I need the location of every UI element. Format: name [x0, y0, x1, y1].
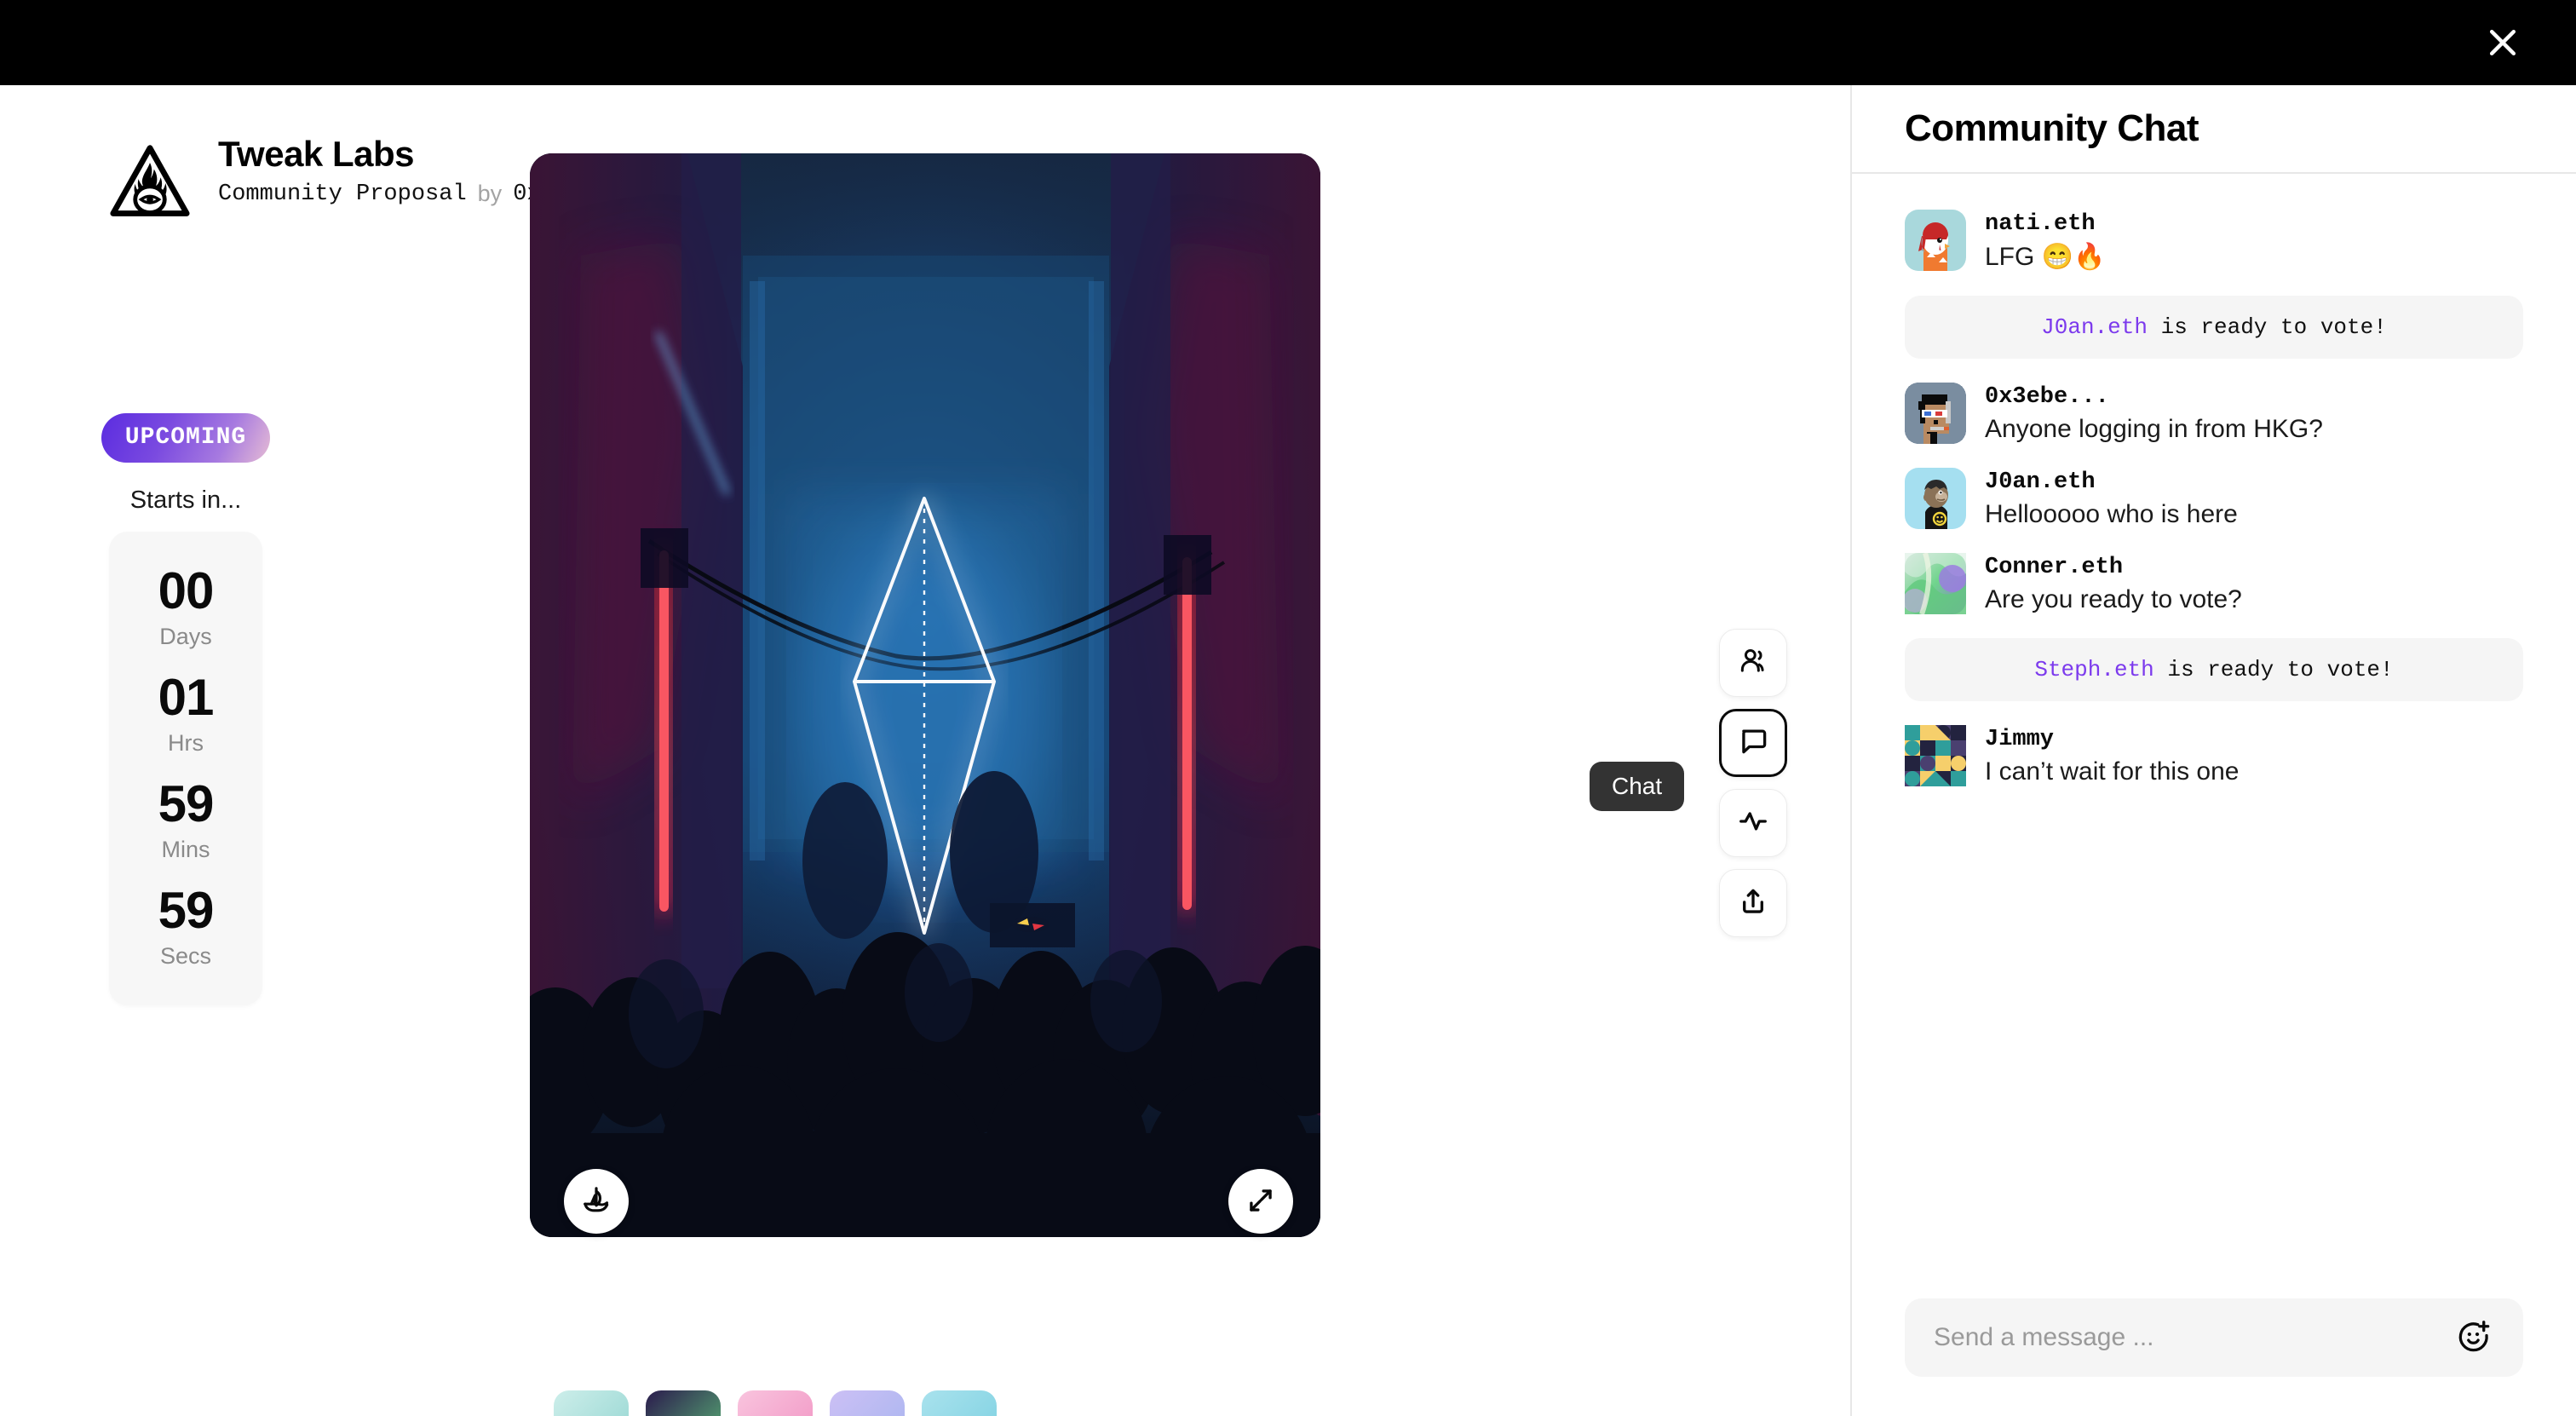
message-text: Hellooooo who is here [1985, 500, 2238, 528]
countdown-unit-secs: 59 Secs [158, 873, 215, 980]
chat-message-list[interactable]: nati.eth LFG 😁🔥 J0an.eth is ready to vot… [1852, 174, 2576, 1281]
thumbnail-1[interactable] [554, 1390, 629, 1416]
countdown-unit-hrs: 01 Hrs [158, 660, 215, 767]
opensea-button[interactable] [564, 1169, 629, 1234]
share-upload-icon [1737, 885, 1769, 922]
message-text: Are you ready to vote? [1985, 585, 2242, 613]
avatar [1905, 725, 1966, 786]
expand-icon [1245, 1184, 1277, 1219]
thumbnail-4[interactable] [830, 1390, 905, 1416]
countdown-card: 00 Days 01 Hrs 59 Mins 59 Secs [109, 532, 262, 1005]
add-reaction-icon [2455, 1318, 2493, 1358]
chat-input-container[interactable] [1905, 1298, 2523, 1377]
avatar [1905, 468, 1966, 529]
message-author: Conner.eth [1985, 555, 2124, 580]
people-icon [1737, 645, 1769, 682]
participants-button[interactable] [1719, 629, 1787, 697]
chat-header: Community Chat [1852, 85, 2576, 174]
chat-button[interactable] [1719, 709, 1787, 777]
countdown-unit-days: 00 Days [158, 554, 215, 660]
system-message-text: is ready to vote! [2147, 314, 2387, 340]
message-text: I can’t wait for this one [1985, 757, 2240, 786]
system-message-user: Steph.eth [2034, 657, 2154, 682]
status-badge: UPCOMING [101, 413, 271, 463]
countdown-label: Days [159, 624, 212, 649]
thumbnail-5[interactable] [922, 1390, 997, 1416]
countdown-value: 59 [158, 775, 215, 832]
artwork-image [530, 153, 1320, 1237]
countdown-value: 01 [158, 669, 215, 726]
countdown-value: 00 [158, 562, 215, 619]
countdown-column: UPCOMING Starts in... 00 Days 01 Hrs 59 … [101, 413, 271, 1005]
message-body: 0x3ebe... Anyone logging in from HKG? [1985, 383, 2323, 444]
thumbnail-2[interactable] [646, 1390, 721, 1416]
close-button[interactable] [2482, 22, 2523, 63]
list-item: J0an.eth Hellooooo who is here [1905, 468, 2523, 529]
by-label: by [477, 181, 503, 206]
message-body: nati.eth LFG 😁🔥 [1985, 210, 2105, 272]
artwork-card[interactable] [530, 153, 1320, 1237]
chat-title: Community Chat [1905, 107, 2199, 149]
list-item: Conner.eth Are you ready to vote? [1903, 552, 2523, 615]
message-body: Jimmy I can’t wait for this one [1985, 725, 2239, 786]
chat-tooltip: Chat [1590, 762, 1685, 811]
system-message: J0an.eth is ready to vote! [1905, 296, 2523, 359]
message-text: Anyone logging in from HKG? [1985, 415, 2323, 443]
modal-screen: Tweak Labs Community Proposal by 0x6d4C.… [0, 0, 2576, 1416]
expand-button[interactable] [1228, 1169, 1293, 1234]
share-button[interactable] [1719, 869, 1787, 937]
list-item: 0x3ebe... Anyone logging in from HKG? [1905, 383, 2523, 444]
side-toolbar [1719, 629, 1787, 937]
top-bar [0, 0, 2576, 85]
message-body: Conner.eth Are you ready to vote? [1985, 553, 2242, 614]
thumbnail-strip[interactable] [554, 1390, 997, 1416]
system-message-user: J0an.eth [2041, 314, 2148, 340]
thumbnail-3[interactable] [738, 1390, 813, 1416]
system-message-text: is ready to vote! [2153, 657, 2394, 682]
chat-bubble-icon [1737, 725, 1769, 762]
countdown-label: Mins [161, 837, 210, 862]
add-reaction-button[interactable] [2453, 1317, 2494, 1358]
flaming-eye-triangle-logo [109, 141, 191, 223]
message-body: J0an.eth Hellooooo who is here [1985, 468, 2238, 529]
avatar [1905, 383, 1966, 444]
countdown-value: 59 [158, 882, 215, 939]
message-text: LFG 😁🔥 [1985, 243, 2106, 271]
message-author: 0x3ebe... [1985, 384, 2109, 410]
list-item: nati.eth LFG 😁🔥 [1905, 210, 2523, 272]
system-message: Steph.eth is ready to vote! [1905, 638, 2523, 701]
proposal-type: Community Proposal [218, 181, 467, 207]
message-author: nati.eth [1985, 211, 2096, 237]
search-input[interactable] [1934, 1323, 2453, 1352]
opensea-icon [579, 1183, 613, 1220]
countdown-unit-mins: 59 Mins [158, 767, 215, 873]
chat-input-area [1852, 1281, 2576, 1416]
countdown-label: Hrs [168, 730, 204, 756]
countdown-label: Secs [159, 943, 212, 969]
close-icon [2484, 24, 2521, 61]
message-author: Jimmy [1985, 727, 2055, 752]
message-author: J0an.eth [1985, 469, 2096, 495]
avatar [1903, 552, 1966, 615]
activity-button[interactable] [1719, 789, 1787, 857]
list-item: Jimmy I can’t wait for this one [1905, 725, 2523, 786]
chat-panel: Community Chat nati.eth LFG 😁🔥 J0an.eth … [1850, 85, 2576, 1416]
starts-in-label: Starts in... [129, 486, 242, 514]
activity-pulse-icon [1737, 805, 1769, 842]
avatar [1905, 210, 1966, 271]
